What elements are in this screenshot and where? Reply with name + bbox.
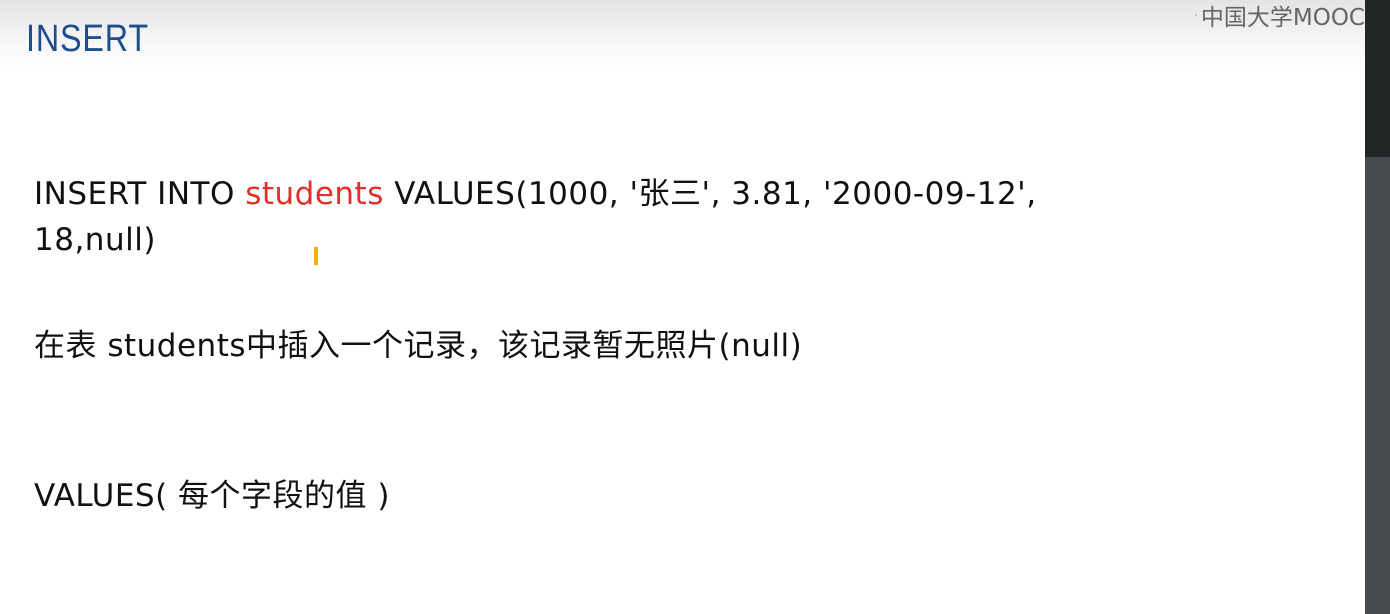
side-panel: [1365, 157, 1390, 614]
code-line-2: 18,null): [34, 222, 156, 258]
code-line-1: INSERT INTO students VALUES(1000, '张三', …: [34, 168, 1037, 213]
slide-header: INSERT 中国大学MOOC: [0, 0, 1365, 72]
book-logo-icon: [1195, 14, 1197, 16]
slide: INSERT 中国大学MOOC INSERT INTO students VAL…: [0, 0, 1365, 614]
slide-title: INSERT: [26, 18, 149, 60]
code-keyword: INSERT INTO: [34, 176, 246, 212]
values-note: VALUES( 每个字段的值 ): [34, 478, 391, 514]
code-table-name: students: [245, 176, 384, 212]
description-text: 在表 students中插入一个记录，该记录暂无照片(null): [34, 328, 803, 364]
mooc-logo: 中国大学MOOC: [1195, 0, 1365, 30]
code-values: VALUES(1000, '张三', 3.81, '2000-09-12',: [383, 176, 1037, 212]
side-panel-top: [1365, 0, 1390, 157]
logo-text: 中国大学MOOC: [1200, 5, 1365, 30]
text-cursor: [314, 247, 318, 265]
